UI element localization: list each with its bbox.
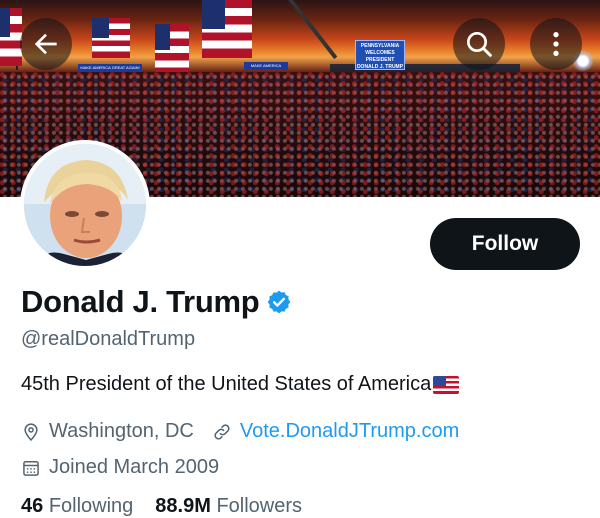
banner-strip: MAKE AMERICA GREAT AGAIN! (78, 64, 142, 72)
bio: 45th President of the United States of A… (21, 373, 460, 396)
more-button[interactable] (530, 18, 582, 70)
followers-count: 88.9M (155, 495, 211, 517)
followers-link[interactable]: 88.9M Followers (155, 495, 302, 518)
avatar-portrait (24, 144, 146, 266)
search-button[interactable] (453, 18, 505, 70)
joined-date: Joined March 2009 (49, 456, 220, 478)
followers-label: Followers (216, 495, 303, 517)
arrow-left-icon (34, 33, 57, 55)
following-link[interactable]: 46 Following (21, 495, 133, 518)
flag-decoration (0, 8, 22, 66)
search-icon (467, 32, 492, 57)
camera-crane (288, 0, 338, 60)
profile-meta: Washington, DC Vote.DonaldJTrump.com (21, 420, 459, 443)
following-count: 46 (21, 495, 44, 517)
joined-row: Joined March 2009 (21, 456, 219, 479)
avatar[interactable] (20, 140, 150, 270)
flag-decoration (155, 24, 189, 76)
follow-button[interactable]: Follow (430, 218, 580, 270)
link-icon (214, 423, 230, 440)
bio-text: 45th President of the United States of A… (21, 373, 432, 395)
us-flag-icon (433, 375, 460, 394)
location-pin-icon (24, 422, 38, 441)
display-name: Donald J. Trump (21, 284, 260, 319)
name-row: Donald J. Trump (21, 284, 292, 320)
flag-decoration (202, 0, 252, 58)
calendar-icon (23, 460, 39, 476)
follow-counts: 46 Following 88.9M Followers (21, 495, 302, 518)
handle: @realDonaldTrump (21, 328, 196, 350)
banner-strip: MAKE AMERICA GREAT AGAIN! (244, 62, 288, 70)
back-button[interactable] (20, 18, 72, 70)
location: Washington, DC (49, 420, 194, 442)
flag-decoration (92, 18, 130, 58)
website-link[interactable]: Vote.DonaldJTrump.com (240, 420, 459, 443)
following-label: Following (48, 495, 134, 517)
event-sign: PENNSYLVANIA WELCOMES PRESIDENT DONALD J… (355, 40, 405, 70)
more-vertical-icon (553, 32, 559, 56)
verified-badge-icon[interactable] (266, 289, 292, 315)
